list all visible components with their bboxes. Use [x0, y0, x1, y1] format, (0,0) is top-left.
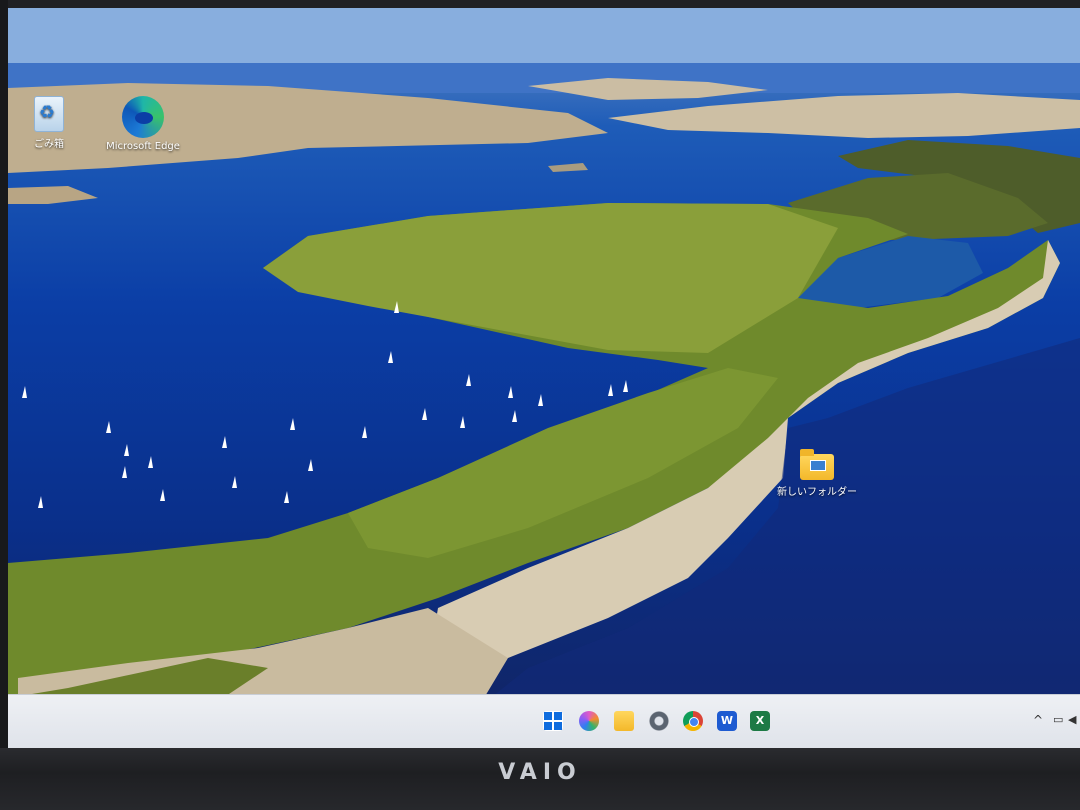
network-icon[interactable]: ▭: [1053, 708, 1063, 732]
folder-icon: [800, 449, 834, 480]
desktop-icon-label: ごみ箱: [34, 139, 64, 150]
desktop-icon-label: Microsoft Edge: [106, 141, 180, 152]
taskbar: W X ^ ▭ ◀: [8, 694, 1080, 749]
brand-logo: VAIO: [498, 760, 582, 785]
volume-icon[interactable]: ◀: [1068, 708, 1076, 732]
settings-gear-icon[interactable]: [649, 711, 669, 731]
desktop-icon-label: 新しいフォルダー: [777, 487, 857, 498]
start-button[interactable]: [543, 711, 563, 731]
edge-icon: [122, 96, 164, 138]
tray-chevron-icon[interactable]: ^: [1033, 708, 1043, 732]
desktop-icon-edge[interactable]: Microsoft Edge: [98, 96, 188, 152]
word-icon[interactable]: W: [717, 711, 737, 731]
bezel-left: [0, 0, 8, 810]
desktop-icon-new-folder[interactable]: 新しいフォルダー: [772, 449, 862, 498]
desktop: ごみ箱 Microsoft Edge 新しいフォルダー: [8, 8, 1080, 748]
recycle-bin-icon: [34, 96, 64, 132]
copilot-icon[interactable]: [579, 711, 599, 731]
chrome-icon[interactable]: [683, 711, 703, 731]
excel-icon[interactable]: X: [750, 711, 770, 731]
file-explorer-icon[interactable]: [614, 711, 634, 731]
desktop-icon-recycle-bin[interactable]: ごみ箱: [8, 96, 94, 150]
